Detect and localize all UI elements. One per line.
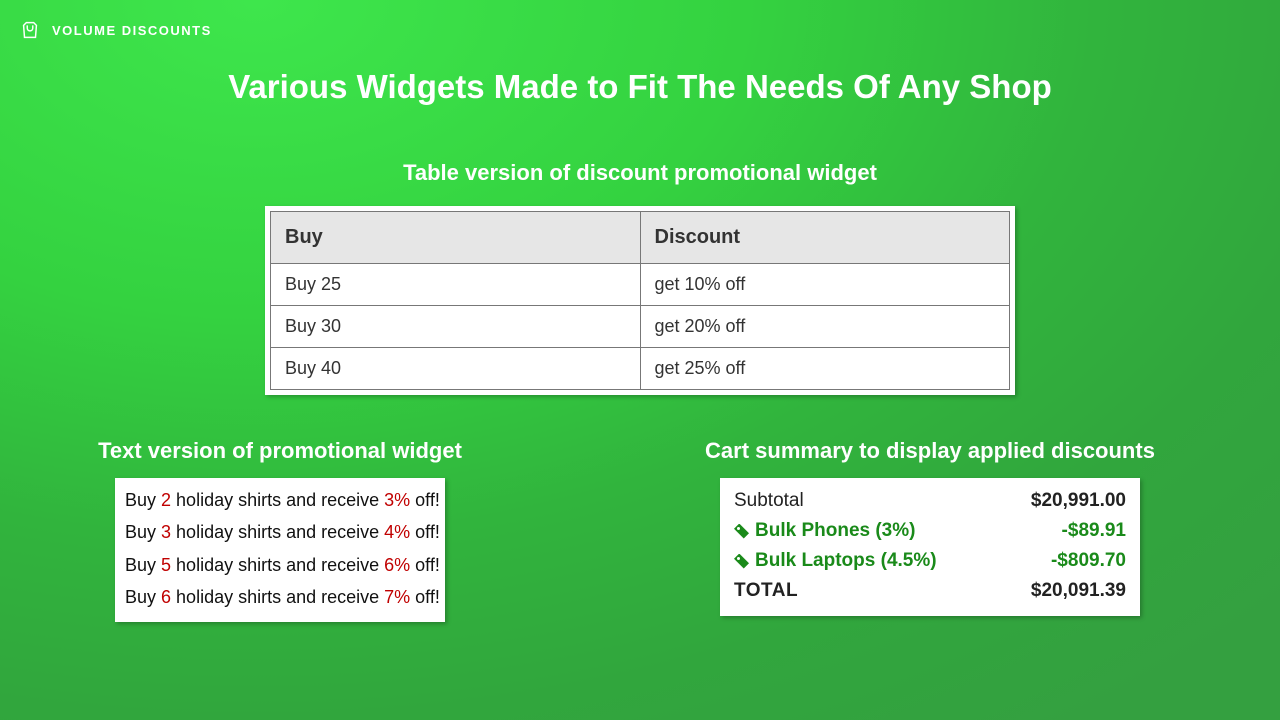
buy-cell: Buy 25 (271, 264, 641, 306)
tag-icon (734, 524, 749, 539)
discount-text: Bulk Laptops (4.5%) (755, 550, 937, 572)
table-widget-heading: Table version of discount promotional wi… (0, 160, 1280, 186)
page-title: Various Widgets Made to Fit The Needs Of… (0, 68, 1280, 106)
total-amount: $20,091.39 (1031, 580, 1126, 602)
promo-pct: 6% (384, 555, 410, 575)
promo-text: off! (410, 490, 440, 510)
promo-text: off! (410, 555, 440, 575)
discount-cell: get 25% off (640, 348, 1010, 390)
buy-cell: Buy 30 (271, 306, 641, 348)
promo-text: holiday shirts and receive (171, 522, 384, 542)
promo-qty: 3 (161, 522, 171, 542)
table-row: Buy 40 get 25% off (271, 348, 1010, 390)
promo-qty: 6 (161, 587, 171, 607)
brand: VOLUME DISCOUNTS (18, 18, 212, 42)
cart-icon (18, 18, 42, 42)
discount-label: Bulk Laptops (4.5%) (734, 550, 937, 572)
promo-text: holiday shirts and receive (171, 587, 384, 607)
promo-text: Buy (125, 490, 161, 510)
promo-qty: 5 (161, 555, 171, 575)
promo-line: Buy 3 holiday shirts and receive 4% off! (125, 516, 435, 548)
discount-cell: get 20% off (640, 306, 1010, 348)
brand-label: VOLUME DISCOUNTS (52, 23, 212, 38)
promo-text: off! (410, 587, 440, 607)
promo-line: Buy 6 holiday shirts and receive 7% off! (125, 581, 435, 613)
promo-line: Buy 2 holiday shirts and receive 3% off! (125, 484, 435, 516)
promo-text: holiday shirts and receive (171, 555, 384, 575)
discount-amount: -$89.91 (1062, 520, 1126, 542)
cart-discount-row: Bulk Laptops (4.5%) -$809.70 (734, 546, 1126, 576)
discount-amount: -$809.70 (1051, 550, 1126, 572)
cart-discount-row: Bulk Phones (3%) -$89.91 (734, 516, 1126, 546)
promo-pct: 3% (384, 490, 410, 510)
promo-line: Buy 5 holiday shirts and receive 6% off! (125, 549, 435, 581)
promo-qty: 2 (161, 490, 171, 510)
discount-cell: get 10% off (640, 264, 1010, 306)
cart-widget-heading: Cart summary to display applied discount… (640, 438, 1220, 464)
discount-text: Bulk Phones (3%) (755, 520, 915, 542)
table-widget-section: Table version of discount promotional wi… (0, 160, 1280, 395)
text-widget-card: Buy 2 holiday shirts and receive 3% off!… (115, 478, 445, 622)
subtotal-label: Subtotal (734, 490, 804, 512)
discount-table-card: Buy Discount Buy 25 get 10% off Buy 30 g… (265, 206, 1015, 395)
col-buy-header: Buy (271, 212, 641, 264)
promo-text: Buy (125, 587, 161, 607)
promo-pct: 7% (384, 587, 410, 607)
discount-table: Buy Discount Buy 25 get 10% off Buy 30 g… (270, 211, 1010, 390)
total-label: TOTAL (734, 580, 798, 602)
promo-text: Buy (125, 522, 161, 542)
cart-subtotal-row: Subtotal $20,991.00 (734, 486, 1126, 516)
table-row: Buy 30 get 20% off (271, 306, 1010, 348)
tag-icon (734, 554, 749, 569)
promo-pct: 4% (384, 522, 410, 542)
text-widget-section: Text version of promotional widget Buy 2… (60, 438, 500, 622)
text-widget-heading: Text version of promotional widget (60, 438, 500, 464)
discount-label: Bulk Phones (3%) (734, 520, 915, 542)
col-discount-header: Discount (640, 212, 1010, 264)
subtotal-amount: $20,991.00 (1031, 490, 1126, 512)
cart-widget-section: Cart summary to display applied discount… (640, 438, 1220, 616)
promo-text: off! (410, 522, 440, 542)
cart-summary-card: Subtotal $20,991.00 Bulk Phones (3%) -$8… (720, 478, 1140, 616)
cart-total-row: TOTAL $20,091.39 (734, 576, 1126, 606)
buy-cell: Buy 40 (271, 348, 641, 390)
promo-text: holiday shirts and receive (171, 490, 384, 510)
table-row: Buy 25 get 10% off (271, 264, 1010, 306)
promo-text: Buy (125, 555, 161, 575)
